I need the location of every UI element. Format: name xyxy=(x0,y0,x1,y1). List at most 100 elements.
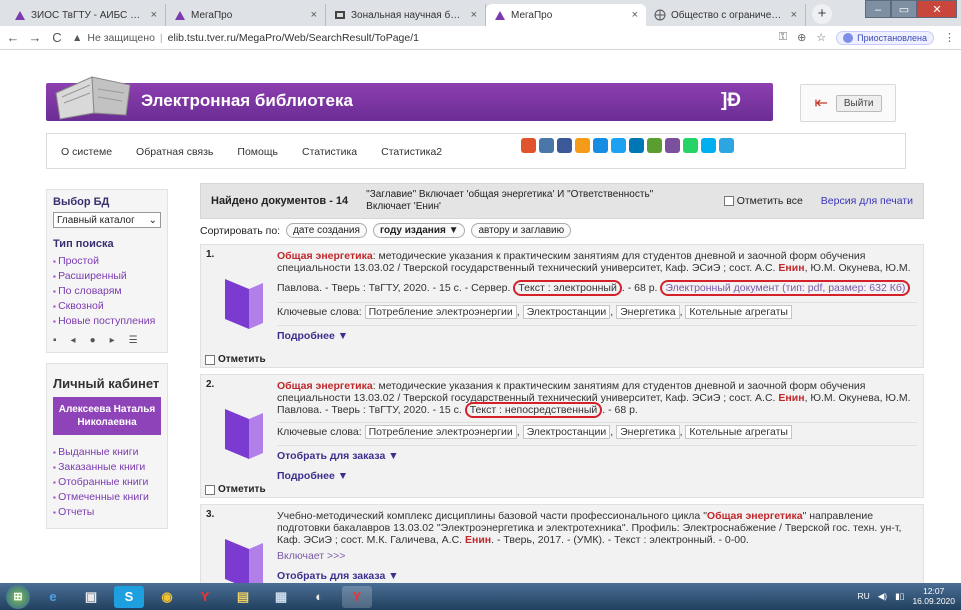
folder-icon[interactable]: ▤ xyxy=(228,586,258,608)
skype-icon[interactable]: S xyxy=(114,585,144,608)
profile-button[interactable]: Приостановлена xyxy=(836,30,934,45)
cabinet-link-issued[interactable]: Выданные книги xyxy=(53,445,161,460)
nav-item-statistics2[interactable]: Статистика2 xyxy=(381,146,442,158)
checkbox[interactable] xyxy=(723,196,734,206)
search-type-dictionary[interactable]: По словарям xyxy=(53,284,161,299)
close-tab-icon[interactable]: × xyxy=(311,9,317,21)
document-app-icon[interactable]: ▦ xyxy=(266,586,296,608)
record-title[interactable]: Общая энергетика xyxy=(277,380,373,392)
paint-icon[interactable]: ◐ xyxy=(304,586,334,608)
nav-item-feedback[interactable]: Обратная связь xyxy=(136,146,213,158)
keyword-tag[interactable]: Потребление электроэнергии xyxy=(364,425,517,439)
user-name-badge[interactable]: Алексеева Наталья Николаевна xyxy=(53,397,161,435)
chrome-icon[interactable]: ◉ xyxy=(152,586,182,608)
cabinet-link-reports[interactable]: Отчеты xyxy=(53,505,161,520)
new-tab-button[interactable]: + xyxy=(812,4,832,24)
zoom-icon[interactable]: ⊕ xyxy=(797,31,806,44)
order-link[interactable]: Отобрать для заказа ▼ xyxy=(277,445,917,462)
logout-button[interactable]: Выйти xyxy=(835,94,882,112)
cabinet-link-ordered[interactable]: Заказанные книги xyxy=(53,460,161,475)
dot-icon[interactable]: ● xyxy=(90,335,96,346)
prev-icon[interactable]: ◂ xyxy=(71,335,76,346)
nav-item-help[interactable]: Помощь xyxy=(237,146,278,158)
social-share-icon[interactable] xyxy=(575,138,590,153)
star-icon[interactable]: ☆ xyxy=(816,31,826,44)
mark-record[interactable]: Отметить xyxy=(205,484,266,495)
sort-by-author[interactable]: автору и заглавию xyxy=(471,223,572,238)
cabinet-link-selected[interactable]: Отобранные книги xyxy=(53,475,161,490)
language-indicator[interactable]: RU xyxy=(857,591,869,601)
minimize-icon[interactable]: – xyxy=(865,0,891,18)
social-share-icon[interactable] xyxy=(701,138,716,153)
explorer-icon[interactable]: ▣ xyxy=(76,586,106,608)
social-share-icon[interactable] xyxy=(611,138,626,153)
sort-by-year[interactable]: году издания ▼ xyxy=(372,223,466,238)
record-title[interactable]: Общая энергетика xyxy=(707,510,803,522)
record-title[interactable]: Общая энергетика xyxy=(277,250,373,262)
browser-tab-active[interactable]: МегаПро × xyxy=(486,4,646,26)
checkbox[interactable] xyxy=(205,484,215,495)
close-tab-icon[interactable]: × xyxy=(151,9,157,21)
nav-menu: О системе Обратная связь Помощь Статисти… xyxy=(61,146,442,158)
mark-all[interactable]: Отметить все xyxy=(723,195,803,207)
warning-icon: ▲ xyxy=(72,31,83,44)
more-link[interactable]: Подробнее ▼ xyxy=(277,325,917,342)
close-window-icon[interactable]: ✕ xyxy=(917,0,957,18)
keyword-tag[interactable]: Электростанции xyxy=(522,305,611,319)
social-share-icon[interactable] xyxy=(593,138,608,153)
mark-record[interactable]: Отметить xyxy=(205,354,266,365)
keyword-tag[interactable]: Котельные агрегаты xyxy=(685,425,792,439)
close-tab-icon[interactable]: × xyxy=(471,9,477,21)
key-icon[interactable]: ⚿ xyxy=(779,31,787,44)
nav-item-statistics[interactable]: Статистика xyxy=(302,146,357,158)
menu-icon[interactable]: ⋮ xyxy=(944,31,955,44)
browser-tab[interactable]: ЗИОС ТвГТУ - АИБС МегаПро × xyxy=(6,4,166,26)
electronic-document-link[interactable]: Электронный документ (тип: pdf, размер: … xyxy=(660,280,911,296)
search-type-new-arrivals[interactable]: Новые поступления xyxy=(53,314,161,329)
order-link[interactable]: Отобрать для заказа ▼ xyxy=(277,566,917,582)
browser-tab[interactable]: МегаПро × xyxy=(166,4,326,26)
close-tab-icon[interactable]: × xyxy=(632,9,638,21)
keyword-tag[interactable]: Энергетика xyxy=(616,305,680,319)
browser-tab[interactable]: Зональная научная библиотека × xyxy=(326,4,486,26)
social-share-icon[interactable] xyxy=(521,138,536,153)
cabinet-link-marked[interactable]: Отмеченные книги xyxy=(53,490,161,505)
db-select[interactable]: Главный каталог ⌄ xyxy=(53,212,161,228)
search-type-cross[interactable]: Сквозной xyxy=(53,299,161,314)
search-type-simple[interactable]: Простой xyxy=(53,254,161,269)
reload-icon[interactable]: C xyxy=(50,30,64,45)
keyword-tag[interactable]: Энергетика xyxy=(616,425,680,439)
clock[interactable]: 12:07 16.09.2020 xyxy=(912,586,955,606)
includes-link[interactable]: Включает >>> xyxy=(277,550,917,562)
forward-icon[interactable]: → xyxy=(28,30,42,45)
network-icon[interactable]: ▮▯ xyxy=(895,591,904,602)
social-share-icon[interactable] xyxy=(539,138,554,153)
keyword-tag[interactable]: Потребление электроэнергии xyxy=(364,305,517,319)
social-share-icon[interactable] xyxy=(557,138,572,153)
sort-by-date[interactable]: дате создания xyxy=(286,223,367,238)
print-version-link[interactable]: Версия для печати xyxy=(821,195,913,207)
maximize-icon[interactable]: ▭ xyxy=(891,0,917,18)
list-icon[interactable]: ☰ xyxy=(129,335,138,346)
ie-icon[interactable]: e xyxy=(38,586,68,608)
social-share-icon[interactable] xyxy=(683,138,698,153)
social-share-icon[interactable] xyxy=(647,138,662,153)
social-share-icon[interactable] xyxy=(665,138,680,153)
search-type-advanced[interactable]: Расширенный xyxy=(53,269,161,284)
back-icon[interactable]: ← xyxy=(6,30,20,45)
keyword-tag[interactable]: Котельные агрегаты xyxy=(685,305,792,319)
close-tab-icon[interactable]: × xyxy=(791,9,797,21)
next-icon[interactable]: ▸ xyxy=(110,335,115,346)
yandex-icon[interactable]: Y xyxy=(190,586,220,608)
keyword-tag[interactable]: Электростанции xyxy=(522,425,611,439)
volume-icon[interactable]: ◀) xyxy=(878,591,887,602)
more-link[interactable]: Подробнее ▼ xyxy=(277,466,917,482)
start-button[interactable]: ⊞ xyxy=(6,584,30,609)
social-share-icon[interactable] xyxy=(719,138,734,153)
url-field[interactable]: ▲ Не защищено | elib.tstu.tver.ru/MegaPr… xyxy=(72,29,771,47)
checkbox[interactable] xyxy=(205,354,215,365)
nav-item-about[interactable]: О системе xyxy=(61,146,112,158)
social-share-icon[interactable] xyxy=(629,138,644,153)
browser-tab[interactable]: Общество с ограниченной отве × xyxy=(646,4,806,26)
yandex-browser-icon[interactable]: Y xyxy=(342,585,372,608)
